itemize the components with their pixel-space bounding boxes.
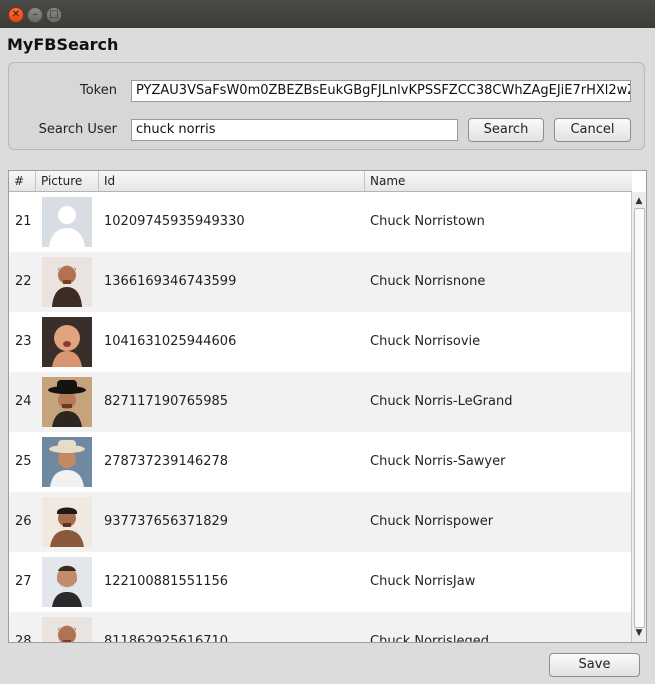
window-minimize-button[interactable]: – (27, 7, 43, 23)
window-close-button[interactable]: ✕ (8, 7, 24, 23)
token-input[interactable]: PYZAU3VSaFsW0m0ZBEZBsEukGBgFJLnlvKPSSFZC… (131, 80, 631, 102)
row-name: Chuck Norrisleged (370, 634, 489, 642)
row-number: 21 (15, 214, 32, 229)
row-name: Chuck Norris-LeGrand (370, 394, 513, 409)
row-id: 811862925616710 (104, 634, 229, 642)
profile-picture (42, 317, 92, 367)
window-titlebar: ✕ – □ (0, 0, 655, 28)
search-button[interactable]: Search (468, 118, 544, 142)
table-row[interactable]: 22 1366169346743599 Chuck Norrisnone (9, 252, 632, 312)
column-header-id[interactable]: Id (99, 171, 365, 191)
table-row[interactable]: 25 278737239146278 Chuck Norris-Sawyer (9, 432, 632, 492)
row-name: Chuck Norris-Sawyer (370, 454, 506, 469)
profile-picture (42, 437, 92, 487)
table-row[interactable]: 23 1041631025944606 Chuck Norrisovie (9, 312, 632, 372)
table-row[interactable]: 21 10209745935949330 Chuck Norristown (9, 192, 632, 252)
results-table: # Picture Id Name 21 10209745935949330 Chu… (8, 170, 647, 643)
table-row[interactable]: 28 811862925616710 Chuck Norrisleged (9, 612, 632, 642)
default-profile-icon (42, 197, 92, 247)
row-number: 27 (15, 574, 32, 589)
row-number: 23 (15, 334, 32, 349)
cancel-button[interactable]: Cancel (554, 118, 631, 142)
row-number: 26 (15, 514, 32, 529)
row-name: Chuck Norristown (370, 214, 485, 229)
table-header: # Picture Id Name (9, 171, 632, 192)
row-number: 25 (15, 454, 32, 469)
profile-picture (42, 257, 92, 307)
row-name: Chuck Norrisovie (370, 334, 481, 349)
row-id: 122100881551156 (104, 574, 229, 589)
column-header-number[interactable]: # (9, 171, 36, 191)
row-id: 937737656371829 (104, 514, 229, 529)
search-user-input[interactable]: chuck norris (131, 119, 458, 141)
search-user-label: Search User (38, 122, 117, 137)
row-id: 1366169346743599 (104, 274, 237, 289)
table-body: 21 10209745935949330 Chuck Norristown 22 136… (9, 192, 632, 642)
row-number: 28 (15, 634, 32, 642)
row-id: 278737239146278 (104, 454, 229, 469)
row-name: Chuck Norrisnone (370, 274, 486, 289)
table-row[interactable]: 24 827117190765985 Chuck Norris-LeGrand (9, 372, 632, 432)
scroll-down-icon[interactable]: ▼ (632, 626, 646, 640)
app-title: MyFBSearch (7, 35, 119, 54)
table-row[interactable]: 26 937737656371829 Chuck Norrispower (9, 492, 632, 552)
minimize-icon: – (32, 9, 38, 20)
search-form-panel: Token PYZAU3VSaFsW0m0ZBEZBsEukGBgFJLnlvK… (8, 62, 645, 150)
row-id: 10209745935949330 (104, 214, 245, 229)
row-name: Chuck Norrispower (370, 514, 494, 529)
scrollbar-thumb[interactable] (634, 208, 645, 628)
profile-picture (42, 377, 92, 427)
close-icon: ✕ (11, 9, 21, 20)
profile-picture (42, 497, 92, 547)
save-button[interactable]: Save (549, 653, 640, 677)
row-number: 22 (15, 274, 32, 289)
profile-picture (42, 617, 92, 642)
scroll-up-icon[interactable]: ▲ (632, 194, 646, 208)
row-id: 827117190765985 (104, 394, 229, 409)
token-label: Token (80, 83, 117, 98)
table-row[interactable]: 27 122100881551156 Chuck NorrisJaw (9, 552, 632, 612)
vertical-scrollbar[interactable]: ▲ ▼ (631, 192, 646, 642)
row-name: Chuck NorrisJaw (370, 574, 476, 589)
column-header-name[interactable]: Name (365, 171, 632, 191)
profile-picture (42, 557, 92, 607)
row-number: 24 (15, 394, 32, 409)
row-id: 1041631025944606 (104, 334, 237, 349)
column-header-picture[interactable]: Picture (36, 171, 99, 191)
window-maximize-button[interactable]: □ (46, 7, 62, 23)
maximize-icon: □ (49, 9, 59, 20)
